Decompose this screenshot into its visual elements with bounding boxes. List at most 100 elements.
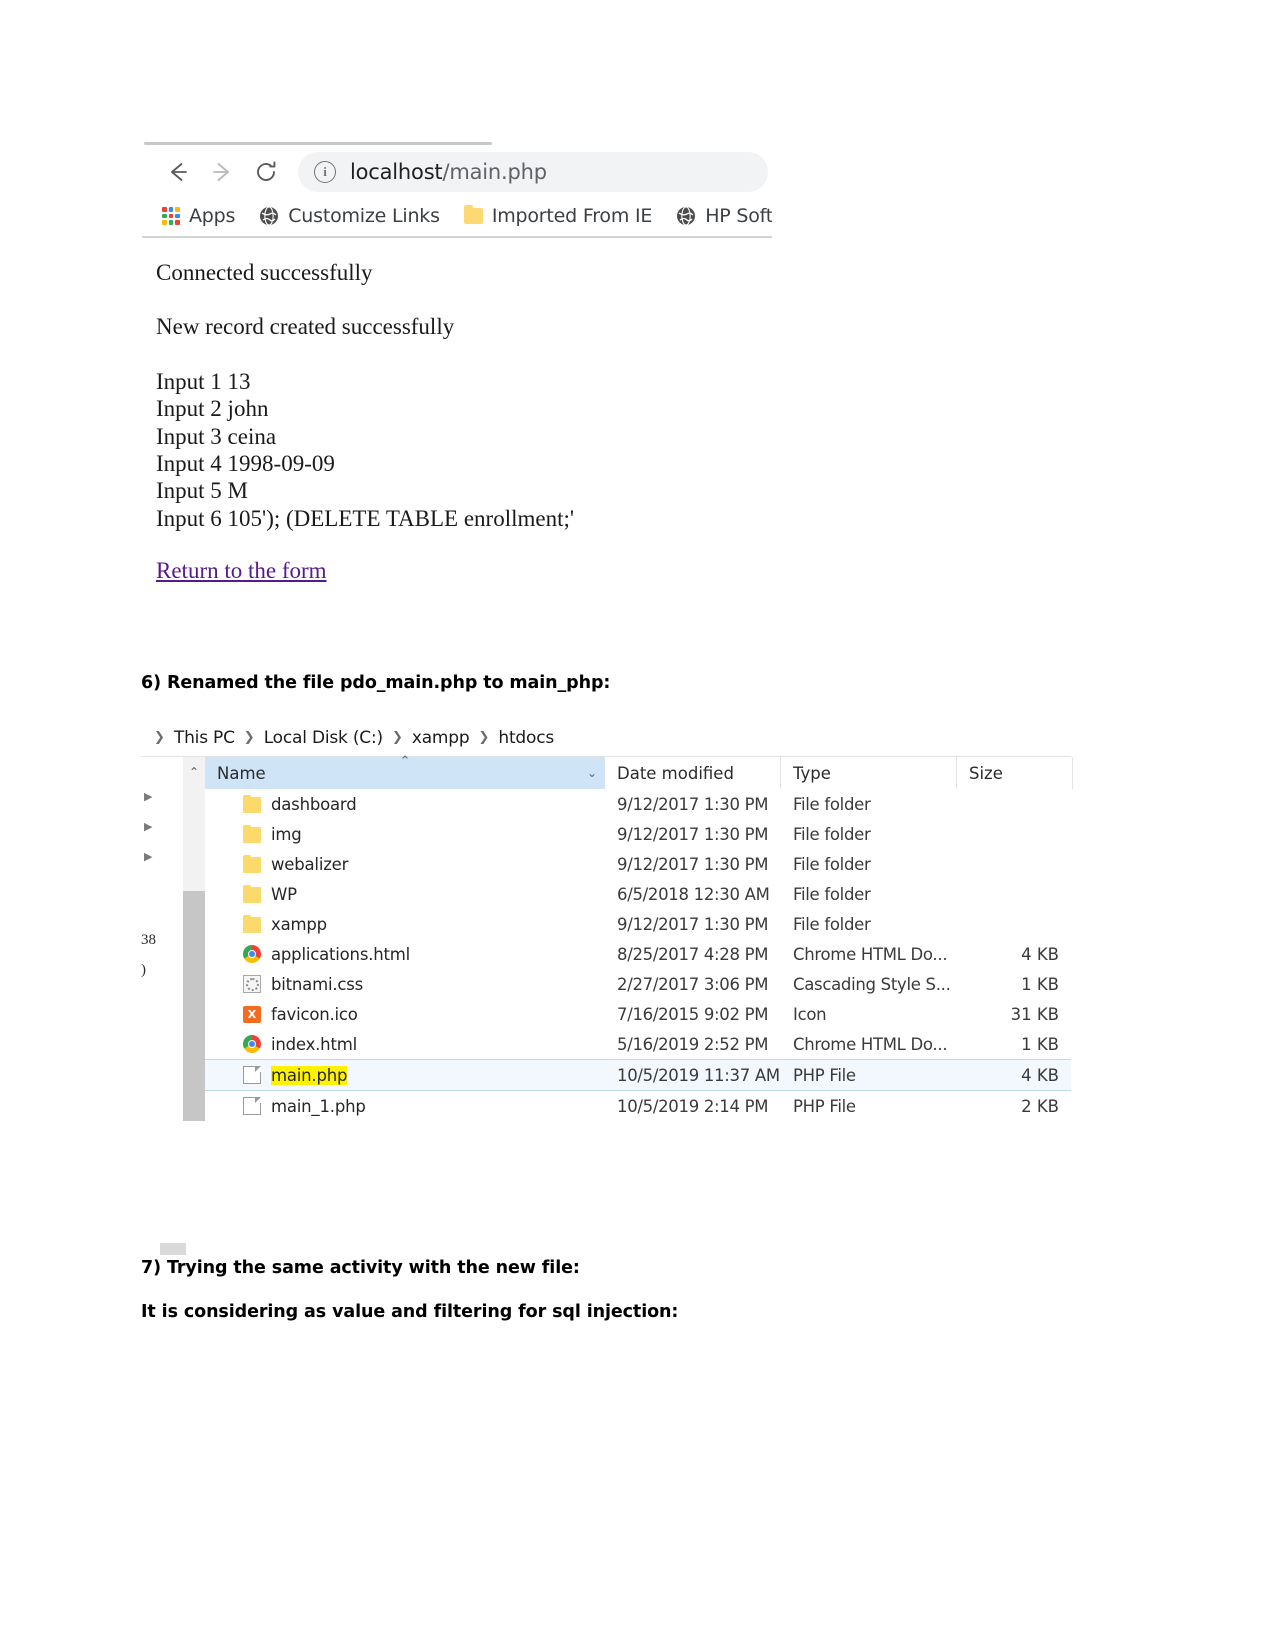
step-7-subheading: It is considering as value and filtering… xyxy=(141,1302,679,1322)
type-cell: Icon xyxy=(793,1004,827,1024)
url-path: /main.php xyxy=(442,159,547,184)
tree-expand-arrow-icon[interactable]: ▶ xyxy=(144,850,152,863)
bookmark-label: HP Softwar xyxy=(705,205,772,227)
chrome-icon xyxy=(243,1035,261,1053)
date-modified-cell: 9/12/2017 1:30 PM xyxy=(617,824,769,844)
file-name-cell[interactable]: webalizer xyxy=(205,854,605,874)
size-cell: 2 KB xyxy=(1021,1096,1059,1116)
type-cell: File folder xyxy=(793,824,871,844)
screenshot-artifact xyxy=(160,1243,186,1255)
css-file-icon xyxy=(243,975,261,993)
site-info-icon[interactable]: i xyxy=(314,160,336,183)
date-modified-cell: 9/12/2017 1:30 PM xyxy=(617,914,769,934)
file-name-cell[interactable]: main.php xyxy=(205,1065,605,1085)
date-modified-cell: 6/5/2018 12:30 AM xyxy=(617,884,770,904)
type-cell: Chrome HTML Do... xyxy=(793,944,948,964)
scroll-up-arrow-icon[interactable]: ⌃ xyxy=(183,757,205,787)
date-modified-cell: 7/16/2015 9:02 PM xyxy=(617,1004,769,1024)
type-cell: File folder xyxy=(793,914,871,934)
file-name-cell[interactable]: applications.html xyxy=(205,945,605,964)
file-name-cell[interactable]: WP xyxy=(205,884,605,904)
table-row[interactable]: index.html 5/16/2019 2:52 PM Chrome HTML… xyxy=(205,1029,1071,1059)
column-header-size[interactable]: Size xyxy=(957,757,1073,789)
globe-icon xyxy=(259,206,279,226)
bookmark-apps[interactable]: Apps xyxy=(162,205,235,227)
file-name-cell[interactable]: img xyxy=(205,824,605,844)
return-to-form-link[interactable]: Return to the form xyxy=(156,558,327,583)
table-row[interactable]: main_1.php 10/5/2019 2:14 PM PHP File 2 … xyxy=(205,1091,1071,1121)
file-name-label: dashboard xyxy=(271,794,357,814)
column-header-filler xyxy=(1073,757,1085,789)
chevron-down-icon[interactable]: ⌄ xyxy=(587,766,597,780)
table-row-selected[interactable]: main.php 10/5/2019 11:37 AM PHP File 4 K… xyxy=(205,1059,1071,1091)
date-modified-cell: 10/5/2019 2:14 PM xyxy=(617,1096,769,1116)
tree-expand-arrow-icon[interactable]: ▶ xyxy=(144,820,152,833)
vertical-scrollbar[interactable]: ⌃ xyxy=(183,757,205,1121)
table-row[interactable]: applications.html 8/25/2017 4:28 PM Chro… xyxy=(205,939,1071,969)
tab-strip-edge xyxy=(144,142,492,145)
navigation-pane-edge: ▶ ▶ ▶ 38 ) xyxy=(141,757,183,1121)
file-name-cell[interactable]: bitnami.css xyxy=(205,975,605,994)
url-host: localhost xyxy=(350,159,443,184)
table-row[interactable]: webalizer 9/12/2017 1:30 PM File folder xyxy=(205,849,1071,879)
globe-icon xyxy=(676,206,696,226)
table-row[interactable]: img 9/12/2017 1:30 PM File folder xyxy=(205,819,1071,849)
reload-button[interactable] xyxy=(244,152,288,192)
bookmarks-bar: Apps Customize Links Imported From IE HP… xyxy=(142,196,772,236)
forward-button[interactable] xyxy=(200,152,244,192)
file-name-cell[interactable]: main_1.php xyxy=(205,1097,605,1116)
input-line: Input 3 ceina xyxy=(156,423,277,449)
back-button[interactable] xyxy=(156,152,200,192)
column-header-label: Size xyxy=(969,763,1003,783)
table-row[interactable]: X favicon.ico 7/16/2015 9:02 PM Icon 31 … xyxy=(205,999,1071,1029)
address-bar-url: localhost/main.php xyxy=(350,160,547,184)
column-header-type[interactable]: Type xyxy=(781,757,957,789)
type-cell: File folder xyxy=(793,794,871,814)
php-file-icon xyxy=(243,1097,261,1115)
date-modified-cell: 5/16/2019 2:52 PM xyxy=(617,1034,769,1054)
type-cell: File folder xyxy=(793,854,871,874)
size-cell: 4 KB xyxy=(1021,944,1059,964)
file-name-cell[interactable]: xampp xyxy=(205,914,605,934)
input-line: Input 2 john xyxy=(156,396,269,422)
file-name-label: WP xyxy=(271,884,297,904)
table-row[interactable]: WP 6/5/2018 12:30 AM File folder xyxy=(205,879,1071,909)
scrollbar-thumb[interactable] xyxy=(183,891,205,1121)
bookmark-customize-links[interactable]: Customize Links xyxy=(259,205,440,227)
type-cell: Cascading Style S... xyxy=(793,974,951,994)
input-line: Input 4 1998-09-09 xyxy=(156,451,335,477)
date-modified-cell: 9/12/2017 1:30 PM xyxy=(617,854,769,874)
breadcrumb-item-local-disk[interactable]: Local Disk (C:) xyxy=(264,728,383,748)
chevron-right-icon: ❯ xyxy=(154,730,165,745)
breadcrumb-item-xampp[interactable]: xampp xyxy=(412,728,470,748)
address-bar[interactable]: i localhost/main.php xyxy=(298,151,768,192)
bookmark-hp-software[interactable]: HP Softwar xyxy=(676,205,772,227)
file-name-cell[interactable]: index.html xyxy=(205,1035,605,1054)
date-modified-cell: 9/12/2017 1:30 PM xyxy=(617,794,769,814)
breadcrumb-item-this-pc[interactable]: This PC xyxy=(174,728,235,748)
bookmark-imported-from-ie[interactable]: Imported From IE xyxy=(463,205,652,227)
date-modified-cell: 10/5/2019 11:37 AM xyxy=(617,1065,780,1085)
file-list-pane: ⌃ Name ⌄ Date modified Type Size dashboa… xyxy=(205,754,1073,1121)
file-name-cell[interactable]: dashboard xyxy=(205,794,605,814)
file-name-label: img xyxy=(271,824,302,844)
file-name-label: main_1.php xyxy=(271,1096,366,1116)
file-name-label: applications.html xyxy=(271,944,411,964)
column-header-label: Type xyxy=(793,763,831,783)
chevron-right-icon: ❯ xyxy=(478,730,490,745)
xampp-icon: X xyxy=(243,1005,261,1023)
breadcrumb: ❯ This PC ❯ Local Disk (C:) ❯ xampp ❯ ht… xyxy=(141,719,1071,757)
table-row[interactable]: xampp 9/12/2017 1:30 PM File folder xyxy=(205,909,1071,939)
table-row[interactable]: dashboard 9/12/2017 1:30 PM File folder xyxy=(205,789,1071,819)
column-header-date-modified[interactable]: Date modified xyxy=(605,757,781,789)
table-row[interactable]: bitnami.css 2/27/2017 3:06 PM Cascading … xyxy=(205,969,1071,999)
folder-icon xyxy=(243,884,261,903)
chevron-right-icon: ❯ xyxy=(391,730,403,745)
breadcrumb-item-htdocs[interactable]: htdocs xyxy=(498,728,554,748)
type-cell: File folder xyxy=(793,884,871,904)
tree-expand-arrow-icon[interactable]: ▶ xyxy=(144,790,152,803)
folder-icon xyxy=(243,824,261,843)
column-header-name[interactable]: ⌃ Name ⌄ xyxy=(205,754,605,789)
clipped-artifact-text: ) xyxy=(141,962,146,978)
file-name-cell[interactable]: X favicon.ico xyxy=(205,1005,605,1024)
